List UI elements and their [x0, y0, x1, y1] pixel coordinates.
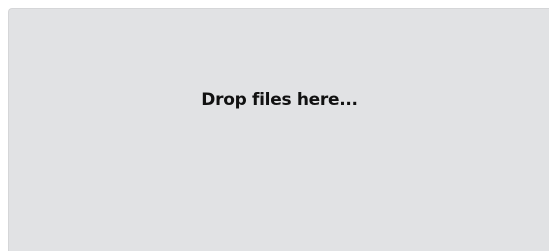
drop-zone-label: Drop files here...: [201, 90, 358, 110]
file-drop-zone[interactable]: Drop files here...: [8, 8, 549, 251]
